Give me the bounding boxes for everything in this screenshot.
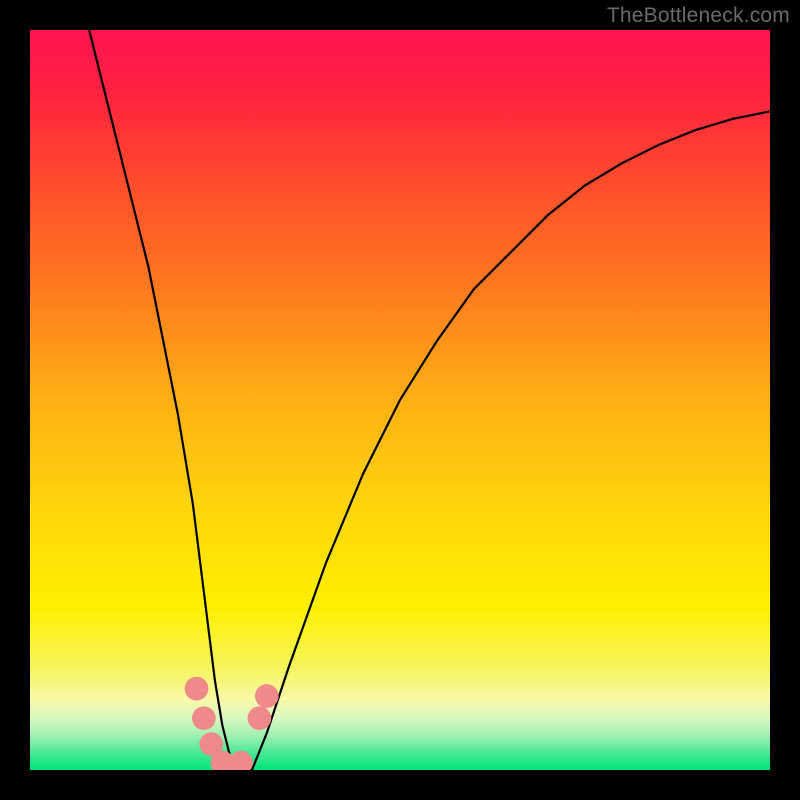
marker-7 [255,684,279,708]
curve-markers [185,677,279,770]
marker-6 [248,706,272,730]
marker-1 [185,677,209,701]
chart-frame: TheBottleneck.com [0,0,800,800]
marker-2 [192,706,216,730]
watermark-text: TheBottleneck.com [607,4,790,28]
bottleneck-curve [89,30,770,770]
marker-5 [229,751,253,770]
plot-area [30,30,770,770]
curve-layer [30,30,770,770]
